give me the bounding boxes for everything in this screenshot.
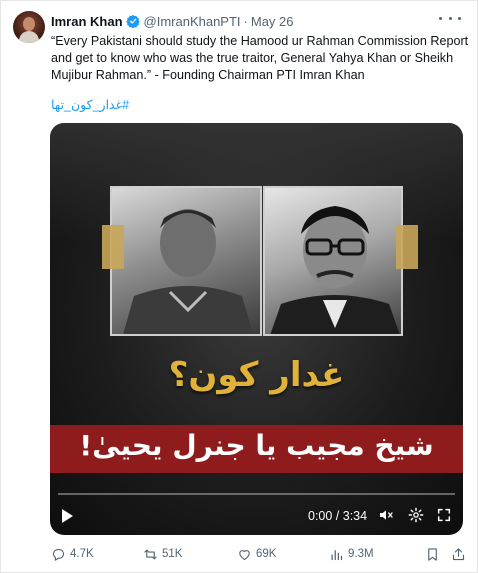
repost-icon: [144, 549, 157, 559]
video-time: 0:00 / 3:34: [308, 509, 368, 523]
video-player[interactable]: غدار کون؟ شیخ مجیب یا جنرل یحییٰ! 0:00 /…: [50, 123, 463, 535]
avatar-face: [23, 17, 35, 31]
mute-icon[interactable]: [378, 507, 394, 523]
portrait-right-figure: [270, 206, 400, 334]
play-icon[interactable]: [62, 509, 73, 523]
like-count: 69K: [256, 548, 277, 560]
like-action[interactable]: 69K: [237, 545, 276, 563]
views-action[interactable]: 9.3M: [329, 545, 374, 563]
bookmark-icon: [428, 547, 437, 561]
tweet-text: “Every Pakistani should study the Hamood…: [51, 34, 469, 82]
avatar[interactable]: [13, 11, 45, 43]
settings-gear-icon[interactable]: [408, 507, 424, 523]
video-headline-bottom: شیخ مجیب یا جنرل یحییٰ!: [79, 429, 434, 462]
fullscreen-icon[interactable]: [436, 507, 452, 523]
share-action[interactable]: [451, 545, 466, 563]
verified-badge-icon: [125, 14, 140, 28]
tweet-header: Imran Khan @ImranKhanPTI · May 26: [51, 11, 294, 31]
video-controls: 0:00 / 3:34: [50, 505, 463, 529]
hashtag-link[interactable]: #غدار_کون_تھا: [51, 97, 129, 112]
share-icon: [452, 547, 465, 560]
more-options-icon[interactable]: [439, 11, 461, 25]
portrait-right: [263, 186, 403, 336]
header-separator: ·: [243, 13, 248, 29]
tape-strip-left: [102, 225, 124, 269]
reply-count: 4.7K: [70, 548, 94, 560]
author-name[interactable]: Imran Khan: [51, 14, 123, 29]
views-chart-icon: [331, 549, 343, 560]
portrait-left-figure: [123, 209, 253, 334]
heart-icon: [239, 549, 250, 560]
avatar-body: [19, 31, 39, 43]
reply-action[interactable]: 4.7K: [51, 545, 94, 563]
repost-count: 51K: [162, 548, 183, 560]
bookmark-action[interactable]: [425, 545, 440, 563]
tweet-actions: 4.7K 51K 69K 9.3M: [51, 545, 469, 563]
video-progress-bar[interactable]: [58, 493, 455, 495]
tape-strip-right: [396, 225, 418, 269]
video-headline-top: غدار کون؟: [168, 355, 345, 395]
view-count: 9.3M: [348, 548, 374, 560]
tweet-date[interactable]: May 26: [251, 14, 294, 29]
tweet-card[interactable]: Imran Khan @ImranKhanPTI · May 26 “Every…: [0, 0, 478, 573]
repost-action[interactable]: 51K: [143, 545, 182, 563]
reply-icon: [52, 548, 65, 561]
portrait-left: [110, 186, 262, 336]
author-handle[interactable]: @ImranKhanPTI: [144, 14, 241, 29]
